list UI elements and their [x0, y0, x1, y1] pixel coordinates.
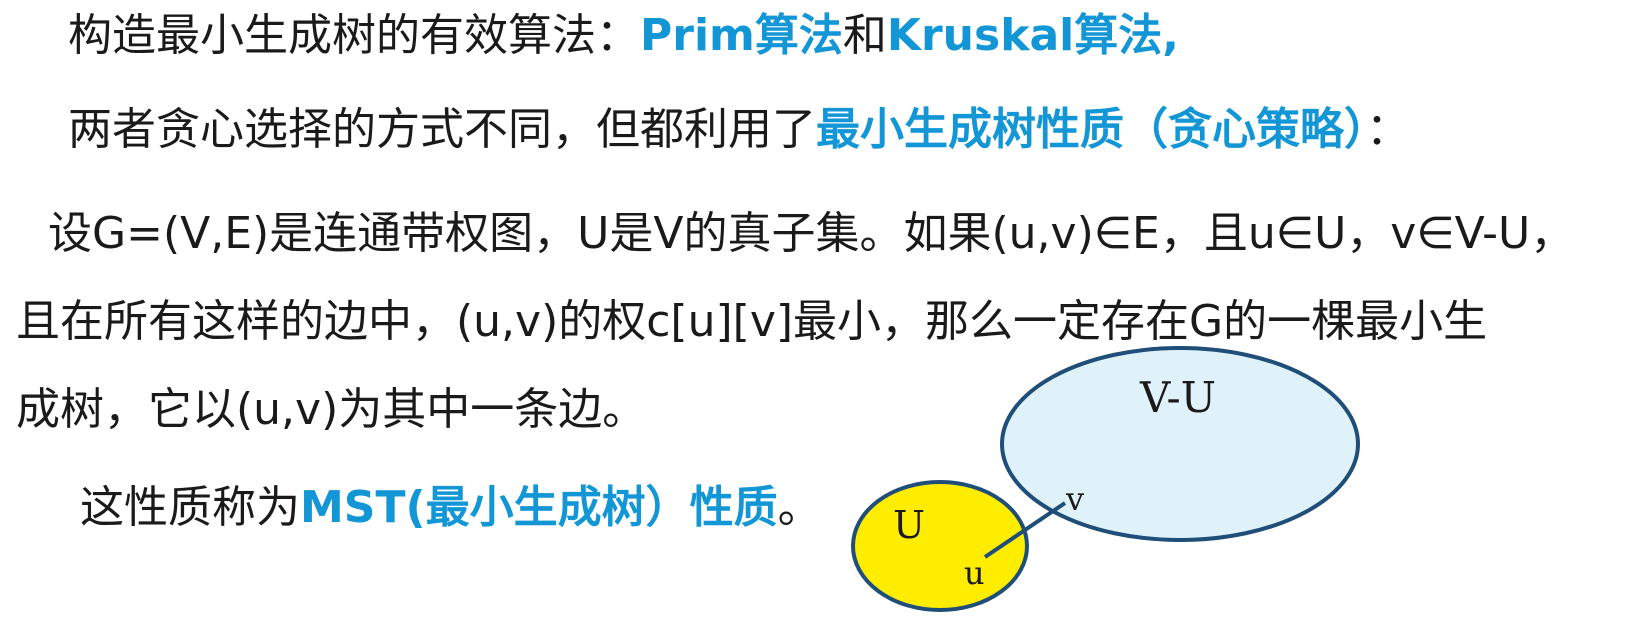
- set-vu-label: V-U: [1139, 373, 1216, 422]
- node-v-label: v: [1065, 480, 1084, 518]
- mst-cut-diagram: V-U U v u: [851, 346, 1360, 612]
- node-u-label: u: [964, 554, 985, 592]
- set-u-label: U: [893, 503, 925, 547]
